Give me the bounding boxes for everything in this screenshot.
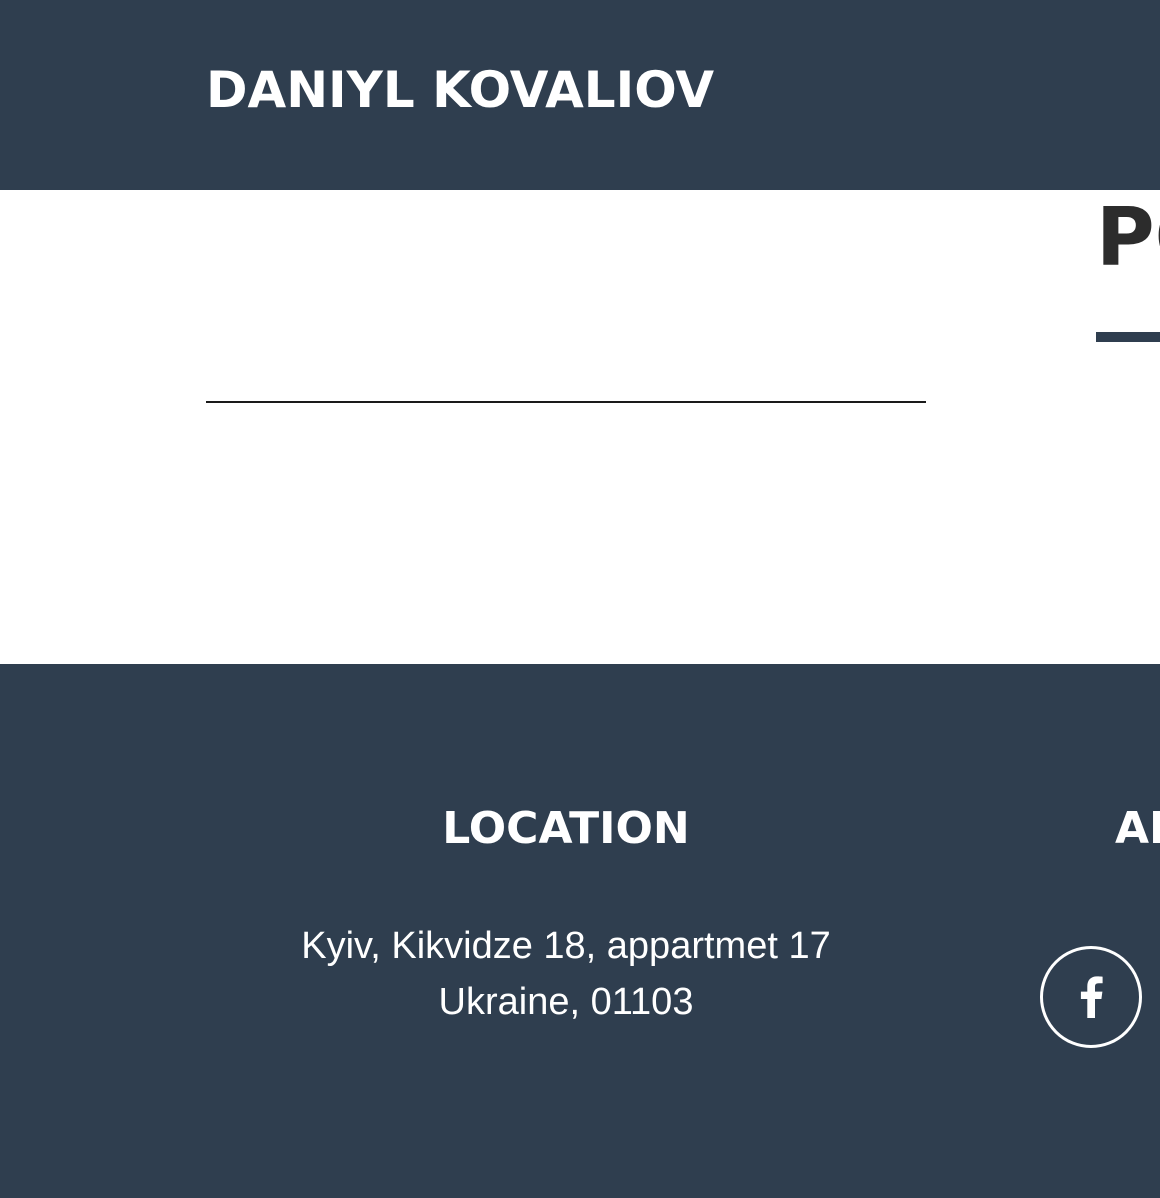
facebook-icon — [1078, 976, 1104, 1018]
around-the-web-heading: AROUND THE WEB — [1115, 803, 1160, 854]
section-title-underline — [1096, 332, 1160, 342]
content-divider — [206, 401, 926, 403]
address-line-1: Kyiv, Kikvidze 18, appartmet 17 — [301, 925, 831, 967]
page: DANIYL KOVALIOV PORTFOLIO LOCATION Kyiv,… — [0, 0, 1160, 1198]
facebook-button[interactable] — [1040, 946, 1142, 1048]
portfolio-section: PORTFOLIO — [0, 190, 1160, 664]
navbar: DANIYL KOVALIOV — [0, 0, 1160, 190]
footer: LOCATION Kyiv, Kikvidze 18, appartmet 17… — [0, 664, 1160, 1198]
address: Kyiv, Kikvidze 18, appartmet 17 Ukraine,… — [206, 918, 926, 1030]
address-line-2: Ukraine, 01103 — [438, 981, 694, 1023]
brand-link[interactable]: DANIYL KOVALIOV — [206, 58, 714, 122]
location-heading: LOCATION — [442, 803, 690, 854]
section-title: PORTFOLIO — [1096, 191, 1160, 284]
